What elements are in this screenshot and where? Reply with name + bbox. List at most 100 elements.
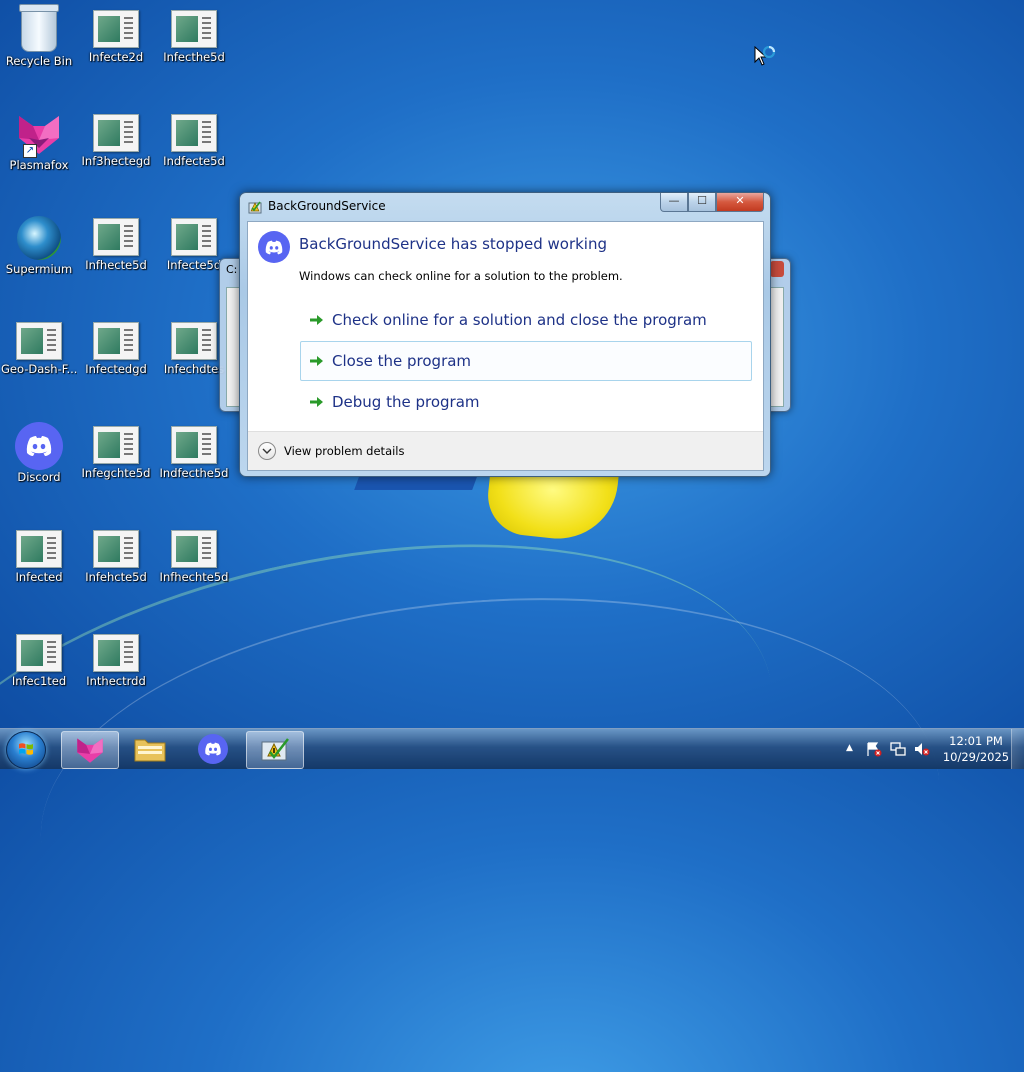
desktop-icon-label: Plasmafox	[9, 158, 69, 172]
volume-muted-icon[interactable]	[914, 741, 930, 757]
desktop-icon-infected[interactable]: Infected	[1, 522, 77, 584]
desktop-icon-label: Infectedgd	[85, 362, 147, 376]
error-reporting-icon	[248, 199, 262, 214]
document-icon	[171, 114, 217, 152]
desktop-icon-inthectrdd[interactable]: Inthectrdd	[78, 626, 154, 688]
network-icon[interactable]	[890, 741, 906, 757]
view-details-label: View problem details	[284, 444, 405, 458]
background-window-title: C:	[226, 263, 238, 276]
document-icon	[171, 10, 217, 48]
desktop-icon-label: Infec1ted	[11, 674, 67, 688]
desktop-icon-label: Infhecte5d	[85, 258, 147, 272]
show-desktop-button[interactable]	[1011, 729, 1024, 769]
document-icon	[93, 634, 139, 672]
background-window-close-button[interactable]	[770, 261, 784, 277]
desktop-icon-infegchte5d[interactable]: Infegchte5d	[78, 418, 154, 480]
desktop-icon-label: Infecte2d	[88, 50, 144, 64]
desktop-icon-label: Infegchte5d	[81, 466, 151, 480]
view-details-bar[interactable]: View problem details	[248, 431, 763, 470]
clock[interactable]: 12:01 PM 10/29/2025	[940, 733, 1012, 765]
show-hidden-icons-button[interactable]: ▲	[846, 743, 853, 753]
desktop-icon-infehcte5d[interactable]: Infehcte5d	[78, 522, 154, 584]
document-icon	[171, 322, 217, 360]
discord-icon	[15, 422, 63, 470]
desktop-icon-label: Inf3hectegd	[81, 154, 151, 168]
green-arrow-icon	[310, 315, 323, 325]
taskbar-item-plasmafox[interactable]	[61, 731, 119, 769]
option-label: Check online for a solution and close th…	[332, 311, 707, 329]
desktop-icon-infecte2d[interactable]: Infecte2d	[78, 2, 154, 64]
desktop-icon-label: Supermium	[5, 262, 73, 276]
discord-icon	[198, 734, 228, 764]
document-icon	[93, 10, 139, 48]
recycle-bin-icon	[19, 4, 59, 52]
document-icon	[93, 218, 139, 256]
windows-logo-icon	[19, 743, 33, 755]
plasmafox-icon	[77, 738, 103, 763]
document-icon	[93, 114, 139, 152]
shortcut-arrow-icon: ↗	[23, 144, 37, 158]
document-icon	[171, 426, 217, 464]
desktop-icon-label: Infecthe5d	[163, 50, 225, 64]
check-online-option[interactable]: Check online for a solution and close th…	[300, 300, 752, 340]
desktop-icon-label: Recycle Bin	[5, 54, 73, 68]
desktop-icon-plasmafox[interactable]: ↗ Plasmafox	[1, 106, 77, 172]
option-label: Close the program	[332, 352, 472, 370]
desktop-icon-inf3hectegd[interactable]: Inf3hectegd	[78, 106, 154, 168]
desktop-icon-infec1ted[interactable]: Infec1ted	[1, 626, 77, 688]
desktop-icon-discord[interactable]: Discord	[1, 420, 77, 484]
taskbar-item-explorer[interactable]	[122, 731, 178, 767]
desktop-icon-geo-dash[interactable]: Geo-Dash-F...	[1, 314, 77, 376]
desktop-icon-label: Geo-Dash-F...	[1, 362, 77, 376]
desktop-icon-label: Inthectrdd	[86, 674, 146, 688]
desktop-icon-label: Discord	[17, 470, 61, 484]
desktop-icon-label: Infected	[15, 570, 63, 584]
document-icon	[93, 426, 139, 464]
desktop-icon-indfecthe5d[interactable]: Indfecthe5d	[156, 418, 232, 480]
desktop-icon-label: Indfecthe5d	[159, 466, 229, 480]
close-program-option[interactable]: Close the program	[300, 341, 752, 381]
start-button[interactable]	[6, 731, 46, 769]
desktop-icon-infectedgd[interactable]: Infectedgd	[78, 314, 154, 376]
document-icon	[171, 530, 217, 568]
desktop-icon-label: Indfecte5d	[163, 154, 225, 168]
dialog-titlebar-buttons: — ☐ ✕	[660, 193, 764, 212]
desktop-icon-label: Infehcte5d	[85, 570, 147, 584]
desktop-icon-infhechte5d[interactable]: Infhechte5d	[156, 522, 232, 584]
document-icon	[16, 530, 62, 568]
document-icon	[93, 322, 139, 360]
desktop-icon-recycle-bin[interactable]: Recycle Bin	[1, 2, 77, 68]
document-icon	[16, 634, 62, 672]
system-tray: ▲ 12:01 PM 10/29/2025	[840, 729, 1024, 769]
taskbar-item-discord[interactable]	[185, 731, 241, 767]
desktop-icon-supermium[interactable]: Supermium	[1, 210, 77, 276]
desktop-icon-indfecte5d[interactable]: Indfecte5d	[156, 106, 232, 168]
maximize-button[interactable]: ☐	[688, 193, 716, 212]
discord-icon	[258, 231, 290, 263]
busy-cursor-icon	[754, 45, 778, 74]
document-icon	[93, 530, 139, 568]
document-icon	[171, 218, 217, 256]
error-reporting-icon	[261, 738, 289, 761]
green-arrow-icon	[310, 397, 323, 407]
desktop-icon-infhecte5d[interactable]: Infhecte5d	[78, 210, 154, 272]
supermium-icon	[17, 216, 61, 260]
dialog-subtext: Windows can check online for a solution …	[299, 269, 623, 283]
dialog-body: BackGroundService has stopped working Wi…	[247, 221, 764, 471]
debug-program-option[interactable]: Debug the program	[300, 382, 752, 422]
dialog-title: BackGroundService	[268, 199, 386, 213]
dialog-heading: BackGroundService has stopped working	[299, 235, 608, 253]
desktop-icon-label: Infhechte5d	[159, 570, 229, 584]
clock-time: 12:01 PM	[949, 734, 1003, 748]
taskbar-item-error-reporting[interactable]	[246, 731, 304, 769]
clock-date: 10/29/2025	[942, 750, 1010, 764]
minimize-button[interactable]: —	[660, 193, 688, 212]
close-button[interactable]: ✕	[716, 193, 764, 212]
chevron-down-icon[interactable]	[258, 442, 276, 460]
folder-icon	[134, 739, 166, 762]
plasmafox-icon: ↗	[15, 112, 63, 158]
action-center-flag-icon[interactable]	[866, 741, 882, 757]
taskbar: ▲ 12:01 PM 10/29/2025	[0, 728, 1024, 769]
desktop-icon-infecthe5d[interactable]: Infecthe5d	[156, 2, 232, 64]
green-arrow-icon	[310, 356, 323, 366]
